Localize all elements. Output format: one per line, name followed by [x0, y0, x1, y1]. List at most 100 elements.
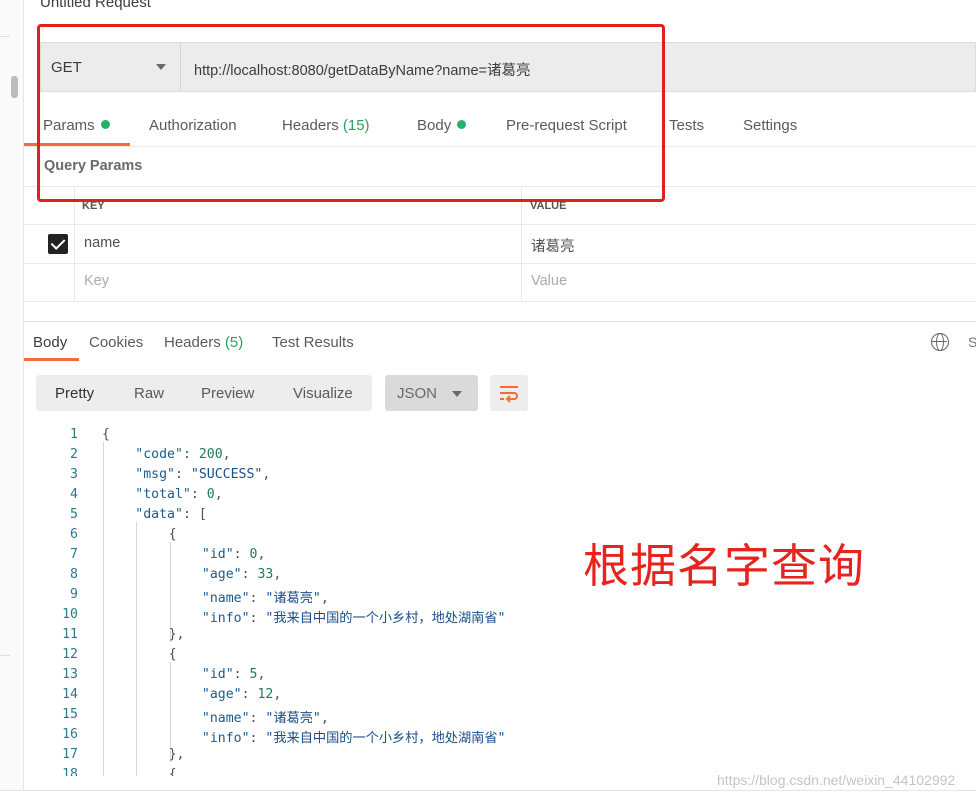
line-number: 11 — [62, 627, 78, 642]
format-pretty-button[interactable]: Pretty — [55, 385, 94, 402]
line-number: 2 — [70, 447, 78, 462]
json-punctuation: , — [214, 487, 223, 502]
wrap-lines-icon — [500, 386, 518, 403]
code-line: }, — [169, 747, 185, 762]
json-punctuation: }, — [168, 747, 185, 762]
value-input[interactable]: Value — [531, 273, 567, 289]
response-body-editor[interactable]: 1 {2 "code": 200, 3 "msg": "SUCCESS", 4 "total… — [24, 424, 976, 776]
indent-guide — [136, 522, 138, 776]
language-select[interactable]: JSON — [385, 375, 478, 411]
json-punctuation: , — [273, 567, 282, 582]
line-number: 16 — [62, 727, 78, 742]
json-punctuation: { — [102, 427, 110, 442]
code-line: "data": [ — [135, 507, 207, 522]
json-key: "name" — [201, 711, 250, 726]
json-key: "info" — [201, 611, 250, 626]
watermark: https://blog.csdn.net/weixin_44102992 — [717, 772, 956, 788]
json-value: 5 — [249, 667, 258, 682]
json-punctuation: { — [168, 647, 177, 662]
code-line: "age": 12, — [201, 687, 282, 702]
line-number: 4 — [70, 487, 78, 502]
code-line: "msg": "SUCCESS", — [135, 467, 271, 482]
format-raw-button[interactable]: Raw — [134, 385, 164, 402]
format-visualize-button[interactable]: Visualize — [293, 385, 353, 402]
wrap-lines-button[interactable] — [490, 375, 528, 411]
json-value: "SUCCESS" — [190, 467, 263, 482]
json-value: "诸葛亮" — [265, 711, 321, 726]
globe-icon[interactable] — [931, 333, 949, 351]
indent-guide — [103, 442, 104, 776]
json-punctuation: { — [168, 527, 177, 542]
code-line: { — [169, 527, 177, 542]
code-line: "info": "我来自中国的一个小乡村，地处湖南省" — [201, 731, 506, 746]
sidebar-divider — [0, 655, 10, 656]
json-key: "name" — [201, 591, 250, 606]
tab-tests[interactable]: Tests — [669, 117, 704, 134]
line-number: 10 — [62, 607, 78, 622]
json-key: "age" — [201, 567, 242, 582]
json-punctuation: , — [257, 667, 266, 682]
json-value: 33 — [257, 567, 274, 582]
response-tab-test-results[interactable]: Test Results — [272, 334, 354, 351]
json-punctuation: , — [222, 447, 231, 462]
tab-label: Cookies — [89, 334, 144, 351]
param-value-cell[interactable]: 诸葛亮 — [531, 235, 575, 256]
code-line: { — [169, 647, 177, 662]
json-key: "info" — [201, 731, 250, 746]
json-value: "诸葛亮" — [265, 591, 321, 606]
tab-count-badge: (5) — [224, 334, 244, 351]
request-title[interactable]: Untitled Request — [40, 0, 151, 11]
tab-label: Test Results — [272, 334, 354, 351]
json-punctuation: { — [168, 767, 177, 776]
code-line: "id": 0, — [201, 547, 266, 562]
language-label: JSON — [397, 385, 438, 402]
json-value: 0 — [206, 487, 215, 502]
response-tab-body[interactable]: Body — [33, 334, 67, 351]
highlight-box — [37, 24, 665, 202]
table-row-new: Key Value — [24, 264, 976, 302]
code-line: "id": 5, — [201, 667, 266, 682]
format-preview-button[interactable]: Preview — [201, 385, 254, 402]
response-status-label: S — [968, 334, 976, 350]
tab-label: Body — [33, 334, 68, 351]
json-key: "id" — [201, 667, 234, 682]
response-tab-headers[interactable]: Headers (5) — [164, 334, 243, 351]
key-input[interactable]: Key — [84, 273, 109, 289]
json-value: 12 — [257, 687, 274, 702]
param-key-cell[interactable]: name — [84, 235, 120, 251]
line-number: 17 — [62, 747, 78, 762]
code-line: "name": "诸葛亮", — [201, 591, 329, 606]
tab-settings[interactable]: Settings — [743, 117, 797, 134]
code-line: "info": "我来自中国的一个小乡村，地处湖南省" — [201, 611, 506, 626]
table-row: name 诸葛亮 — [24, 225, 976, 264]
tab-label: Headers — [164, 334, 221, 351]
code-line: "code": 200, — [135, 447, 231, 462]
code-line: { — [102, 427, 110, 442]
bottom-bar — [0, 790, 976, 799]
sidebar-divider — [0, 36, 10, 37]
line-number: 5 — [70, 507, 78, 522]
json-punctuation: , — [273, 687, 282, 702]
response-tab-cookies[interactable]: Cookies — [89, 334, 143, 351]
checkbox-checked-icon[interactable] — [48, 234, 68, 254]
json-punctuation: , — [320, 591, 329, 606]
line-number: 15 — [62, 707, 78, 722]
response-active-tab-indicator — [24, 358, 79, 361]
json-value: "我来自中国的一个小乡村，地处湖南省" — [265, 731, 506, 746]
line-number: 7 — [70, 547, 78, 562]
sidebar-scrollbar[interactable] — [11, 76, 18, 98]
line-number: 12 — [62, 647, 78, 662]
json-punctuation: , — [262, 467, 271, 482]
json-key: "code" — [135, 447, 183, 462]
json-key: "age" — [201, 687, 242, 702]
json-punctuation: , — [320, 711, 329, 726]
tab-label: Settings — [743, 117, 798, 134]
code-line: "name": "诸葛亮", — [201, 711, 329, 726]
code-line: "total": 0, — [135, 487, 223, 502]
code-line: }, — [169, 627, 185, 642]
json-punctuation: , — [257, 547, 266, 562]
json-value: "我来自中国的一个小乡村，地处湖南省" — [265, 611, 506, 626]
line-number: 8 — [70, 567, 78, 582]
json-value: [ — [198, 507, 207, 522]
format-toggle-group: Pretty Raw Preview Visualize — [36, 375, 372, 411]
